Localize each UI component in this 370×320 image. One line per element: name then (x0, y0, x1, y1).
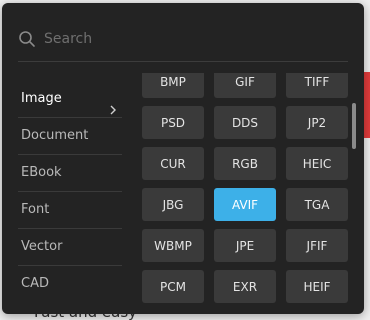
format-button-gif[interactable]: GIF (214, 73, 276, 98)
category-item-vector[interactable]: Vector (18, 229, 122, 266)
category-label: Document (21, 128, 89, 143)
format-button-rgb[interactable]: RGB (214, 147, 276, 180)
format-button-heic[interactable]: HEIC (286, 147, 348, 180)
format-button-heif[interactable]: HEIF (286, 270, 348, 303)
category-sidebar: Image Document EBook Font Vector CAD (18, 81, 122, 302)
format-button-tga[interactable]: TGA (286, 188, 348, 221)
format-button-jbg[interactable]: JBG (142, 188, 204, 221)
category-item-font[interactable]: Font (18, 192, 122, 229)
category-item-document[interactable]: Document (18, 118, 122, 155)
search-row (18, 21, 348, 57)
format-button-tiff[interactable]: TIFF (286, 73, 348, 98)
category-item-image[interactable]: Image (18, 81, 122, 118)
format-button-jfif[interactable]: JFIF (286, 229, 348, 262)
format-grid: BMP GIF TIFF PSD DDS JP2 CUR RGB HEIC JBG AVIF TGA W… (142, 73, 348, 303)
category-label: EBook (21, 165, 62, 180)
format-button-dds[interactable]: DDS (214, 106, 276, 139)
format-button-bmp[interactable]: BMP (142, 73, 204, 98)
format-button-avif[interactable]: AVIF (214, 188, 276, 221)
format-button-cur[interactable]: CUR (142, 147, 204, 180)
format-button-jp2[interactable]: JP2 (286, 106, 348, 139)
category-label: Image (21, 91, 62, 106)
category-item-ebook[interactable]: EBook (18, 155, 122, 192)
page: Fast and easy ImageDocumentEBookFontVect… (0, 0, 370, 320)
search-icon (18, 30, 36, 48)
format-grid-viewport[interactable]: BMP GIF TIFF PSD DDS JP2 CUR RGB HEIC JBG AVIF TGA W… (138, 73, 350, 304)
format-picker-popup: Image Document EBook Font Vector CAD BMP GIF TI… (2, 3, 364, 314)
format-button-jpe[interactable]: JPE (214, 229, 276, 262)
scrollbar-thumb[interactable] (352, 103, 356, 149)
category-label: CAD (21, 276, 49, 291)
category-label: Font (21, 202, 50, 217)
search-divider (18, 61, 348, 62)
category-label: Vector (21, 239, 63, 254)
format-button-wbmp[interactable]: WBMP (142, 229, 204, 262)
category-item-cad[interactable]: CAD (18, 266, 122, 302)
format-button-psd[interactable]: PSD (142, 106, 204, 139)
format-button-exr[interactable]: EXR (214, 270, 276, 303)
search-input[interactable] (44, 31, 348, 47)
format-button-pcm[interactable]: PCM (142, 270, 204, 303)
chevron-right-icon (108, 94, 118, 115)
